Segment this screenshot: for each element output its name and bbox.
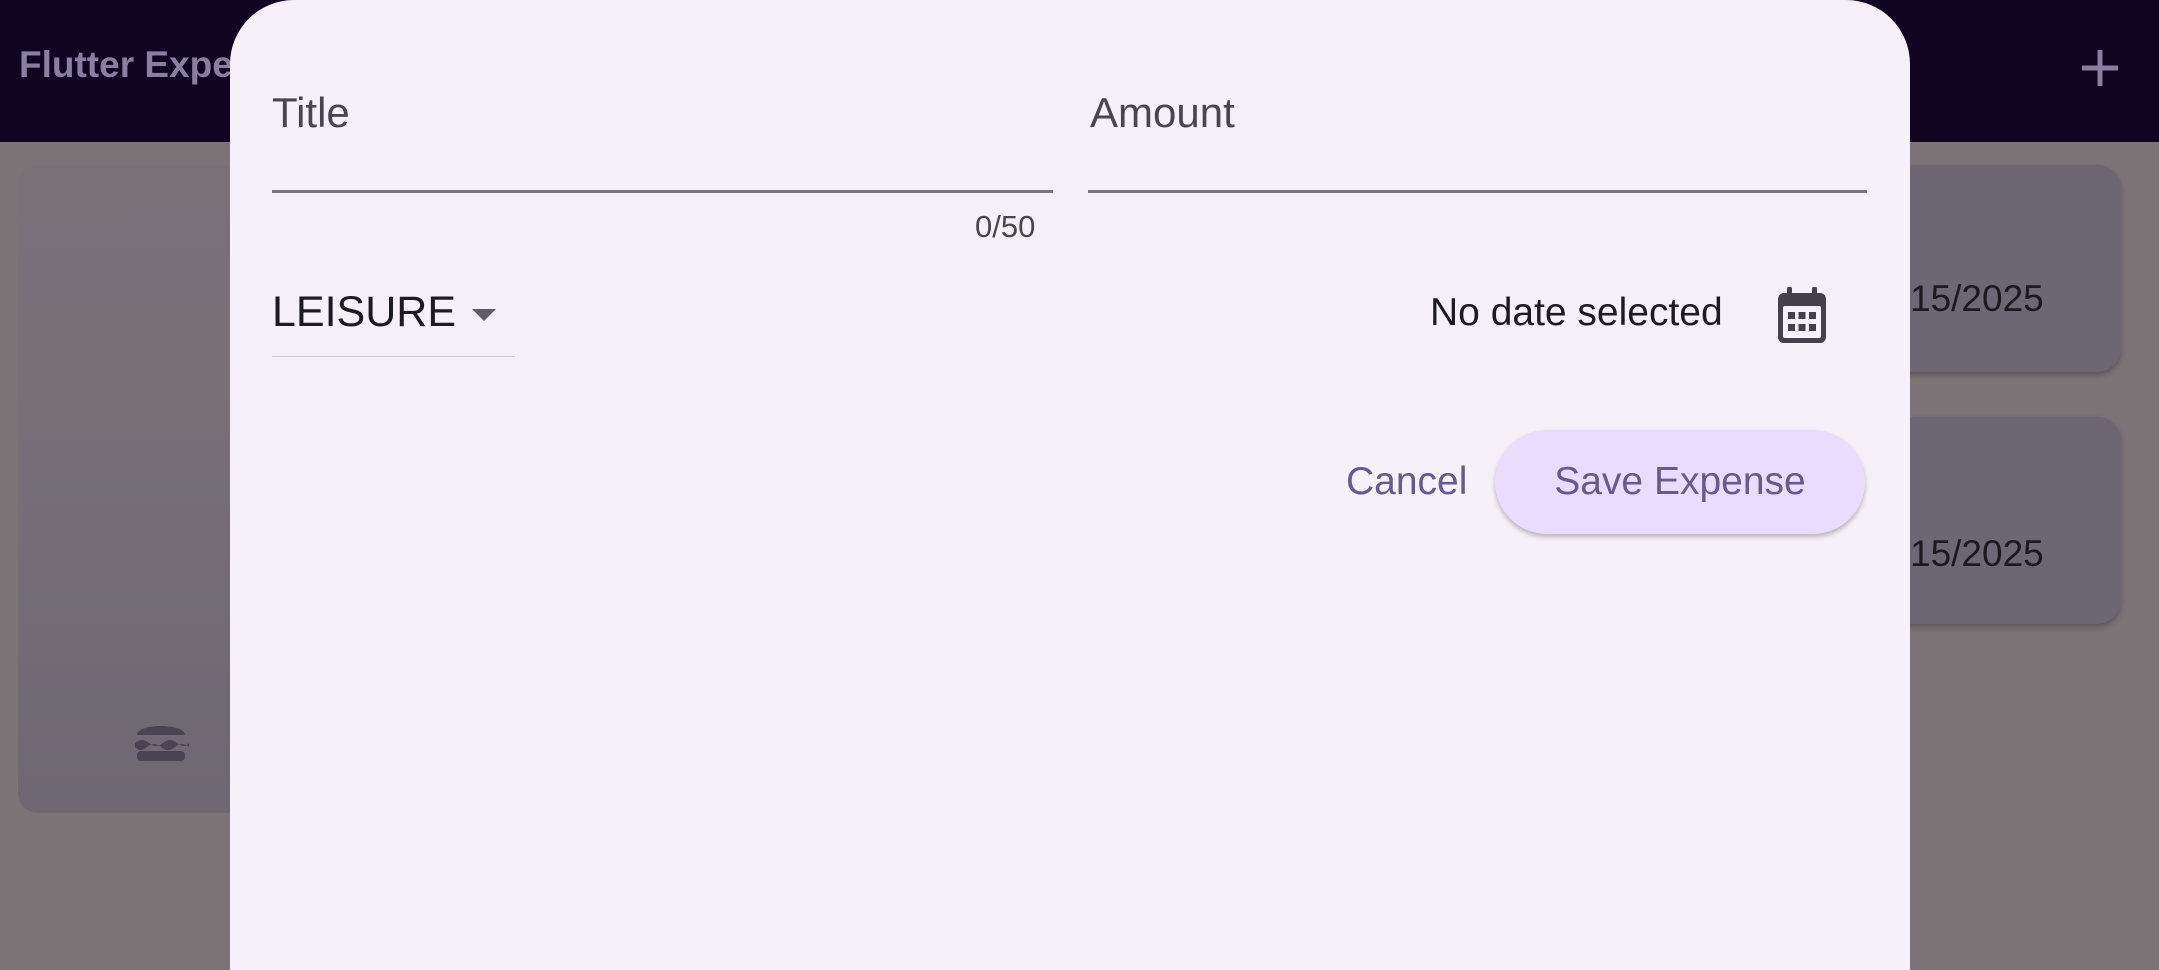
amount-field-underline xyxy=(1088,190,1867,193)
cancel-button[interactable]: Cancel xyxy=(1332,430,1481,534)
title-character-counter: 0/50 xyxy=(975,209,1036,244)
calendar-icon[interactable] xyxy=(1774,285,1830,345)
dropdown-arrow-icon xyxy=(472,309,496,321)
title-field-label: Title xyxy=(272,89,350,136)
title-field-underline xyxy=(272,190,1053,193)
category-dropdown[interactable]: LEISURE xyxy=(272,282,515,357)
save-expense-button[interactable]: Save Expense xyxy=(1495,430,1865,534)
selected-date-text: No date selected xyxy=(1430,291,1723,334)
expense-date: 15/2025 xyxy=(1910,533,2044,574)
hamburger-food-icon xyxy=(135,726,189,761)
app-window: Flutter Expe 15/2025 15/2025 Title 0/50 … xyxy=(0,0,2159,970)
amount-field-label: Amount xyxy=(1090,89,1235,136)
new-expense-sheet: Title 0/50 Amount LEISURE No date select… xyxy=(230,0,1910,970)
category-dropdown-value: LEISURE xyxy=(272,288,457,336)
plus-icon[interactable] xyxy=(2076,44,2124,92)
app-title: Flutter Expe xyxy=(19,44,233,85)
expense-date: 15/2025 xyxy=(1910,278,2044,319)
